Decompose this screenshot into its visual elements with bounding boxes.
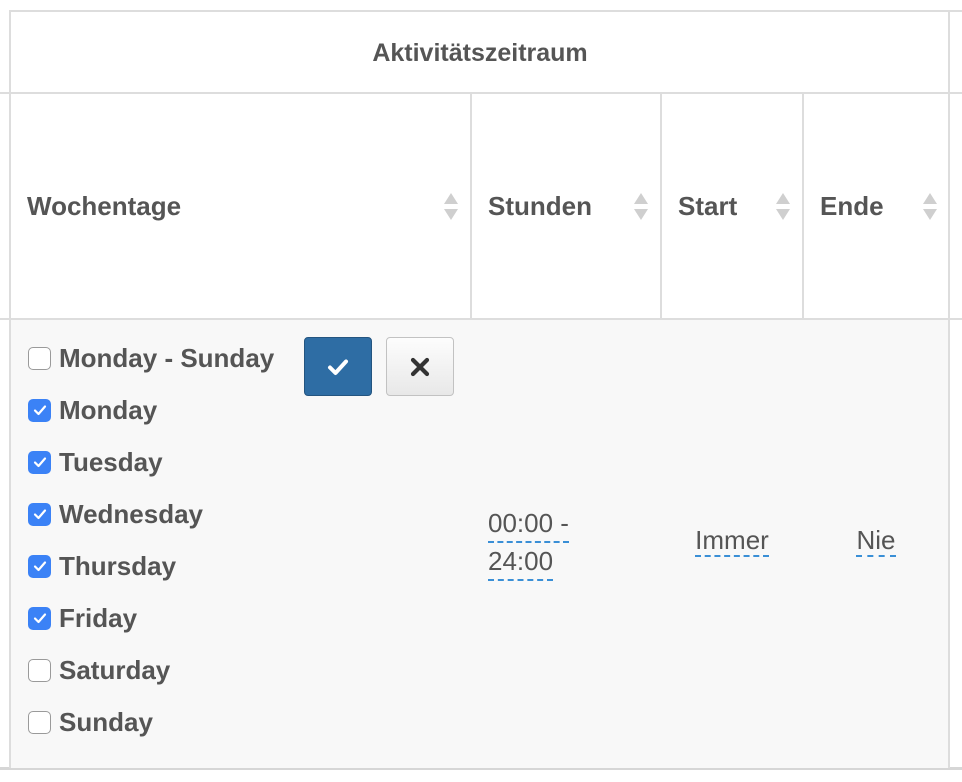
checkbox-row-sunday[interactable]: Sunday xyxy=(28,707,153,737)
column-header-hours-label: Stunden xyxy=(488,191,592,221)
confirm-button[interactable] xyxy=(304,337,372,396)
checkbox-tuesday[interactable] xyxy=(28,450,51,474)
checkbox-friday[interactable] xyxy=(28,606,51,630)
sort-icon[interactable] xyxy=(443,192,459,222)
column-header-start-label: Start xyxy=(678,191,738,221)
hours-editable[interactable]: 00:00 - 24:00 xyxy=(488,505,608,581)
checkbox-row-saturday[interactable]: Saturday xyxy=(28,655,170,685)
hours-from: 00:00 - xyxy=(488,505,569,543)
section-title: Aktivitätszeitraum xyxy=(372,38,588,67)
checkbox-row-friday[interactable]: Friday xyxy=(28,603,137,633)
checkbox-row-tuesday[interactable]: Tuesday xyxy=(28,447,163,477)
column-header-end-label: Ende xyxy=(820,191,884,221)
check-icon xyxy=(33,509,46,520)
checkbox-row-thursday[interactable]: Thursday xyxy=(28,551,176,581)
checkbox-row-all-days[interactable]: Monday - Sunday xyxy=(28,343,274,373)
start-cell: Immer xyxy=(662,520,802,560)
checkbox-sunday[interactable] xyxy=(28,710,51,734)
checkbox-row-monday[interactable]: Monday xyxy=(28,395,157,425)
checkbox-label: Wednesday xyxy=(59,498,204,529)
checkbox-label: Saturday xyxy=(59,654,171,685)
sort-icon[interactable] xyxy=(633,192,649,222)
checkbox-thursday[interactable] xyxy=(28,554,51,578)
checkbox-label: Tuesday xyxy=(59,446,163,477)
checkbox-all-days[interactable] xyxy=(28,346,51,370)
checkbox-label: Monday xyxy=(59,394,158,425)
check-icon xyxy=(33,561,46,572)
column-header-weekdays-label: Wochentage xyxy=(27,191,182,221)
checkbox-monday[interactable] xyxy=(28,398,51,422)
close-icon xyxy=(410,357,430,376)
start-editable[interactable]: Immer xyxy=(695,525,769,557)
check-icon xyxy=(33,457,46,468)
end-cell: Nie xyxy=(804,520,948,560)
table-right-border xyxy=(948,10,950,768)
column-header-weekdays[interactable]: Wochentage xyxy=(27,94,467,319)
checkbox-label: Sunday xyxy=(59,706,153,737)
hours-to: 24:00 xyxy=(488,543,554,581)
checkbox-label: Friday xyxy=(59,602,138,633)
checkbox-wednesday[interactable] xyxy=(28,502,51,526)
checkbox-row-wednesday[interactable]: Wednesday xyxy=(28,499,203,529)
checkbox-label: Monday - Sunday xyxy=(59,342,275,373)
check-icon xyxy=(328,359,348,375)
sort-icon[interactable] xyxy=(922,192,938,222)
sort-icon[interactable] xyxy=(775,192,791,222)
checkbox-label: Thursday xyxy=(59,550,177,581)
end-editable[interactable]: Nie xyxy=(856,525,896,557)
checkbox-saturday[interactable] xyxy=(28,658,51,682)
cancel-button[interactable] xyxy=(386,337,454,396)
check-icon xyxy=(33,405,46,416)
check-icon xyxy=(33,613,46,624)
